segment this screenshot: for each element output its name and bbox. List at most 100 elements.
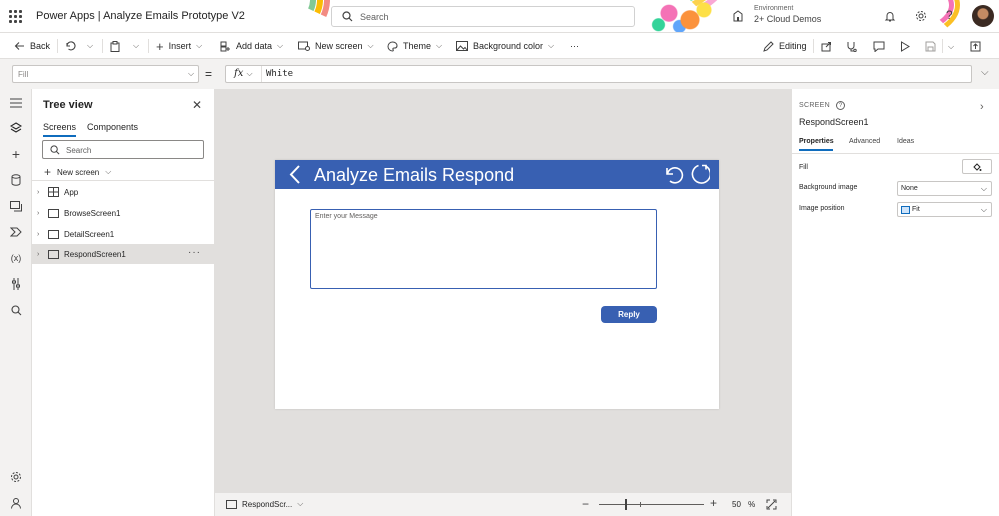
tree-item-browsescreen1[interactable]: › BrowseScreen1 [32,203,215,223]
user-avatar[interactable] [972,5,994,27]
banner-decoration [850,0,960,32]
formula-bar: Fill ⌵ = fx ⌵ White ⌵ [0,59,999,89]
global-search-input[interactable]: Search [331,6,635,27]
plus-icon: + [44,165,52,179]
more-options-icon[interactable]: ··· [188,247,201,258]
tree-search-input[interactable]: Search [42,140,204,159]
chevron-down-icon: ⌵ [367,41,374,50]
left-rail: + (x) [0,89,32,516]
notifications-icon[interactable] [884,10,896,22]
equals-sign: = [205,67,213,81]
paste-button[interactable] [110,33,120,59]
background-color-button[interactable]: Background color ⌵ [456,33,554,59]
zoom-value: 50 [732,500,741,509]
insert-plus-icon[interactable]: + [8,146,24,162]
comments-icon[interactable] [873,41,885,52]
properties-panel: SCREEN ? RespondScreen1 › Properties Adv… [791,89,999,516]
formula-input[interactable]: fx ⌵ White [225,65,972,83]
tab-screens[interactable]: Screens [43,122,76,132]
tree-item-respondscreen1[interactable]: › RespondScreen1 ··· [32,244,215,264]
back-chevron-icon[interactable] [289,165,301,184]
theme-button[interactable]: Theme ⌵ [387,33,442,59]
undo-dropdown[interactable]: ⌵ [87,33,93,59]
separator [102,39,103,53]
data-cylinder-icon[interactable] [8,172,24,188]
chevron-right-icon[interactable]: › [980,101,984,113]
app-screen-preview[interactable]: Analyze Emails Respond Enter your Messag… [275,160,719,409]
help-icon[interactable]: ? [946,8,953,22]
property-dropdown[interactable]: Fill ⌵ [12,65,199,83]
fit-to-window-icon[interactable] [766,499,777,510]
chevron-down-icon: ⌵ [188,69,195,78]
save-dropdown[interactable]: ⌵ [948,41,954,52]
refresh-icon[interactable] [687,163,710,186]
divider [32,180,215,181]
expand-formula-chevron-icon[interactable]: ⌵ [981,67,989,78]
new-screen-button[interactable]: New screen ⌵ [298,33,374,59]
tab-ideas[interactable]: Ideas [897,138,914,145]
zoom-out-button[interactable]: − [582,497,589,511]
settings-gear-icon[interactable] [8,469,24,485]
message-input[interactable]: Enter your Message [310,209,657,289]
zoom-slider-thumb[interactable] [625,499,627,510]
screen-icon [48,208,59,218]
paste-dropdown[interactable]: ⌵ [133,33,139,59]
tab-components[interactable]: Components [87,122,138,132]
paint-bucket-icon [973,162,982,171]
environment-name[interactable]: 2+ Cloud Demos [754,14,821,24]
advanced-tools-icon[interactable] [8,276,24,292]
new-screen-button[interactable]: + New screen ⌵ [44,165,111,179]
control-type-label: SCREEN ? [799,101,846,110]
chevron-right-icon: › [37,230,40,238]
fill-color-picker[interactable] [962,159,992,174]
preview-play-icon[interactable] [900,41,910,52]
tree-view-title: Tree view [43,99,93,111]
info-icon[interactable]: ? [836,101,846,110]
power-automate-icon[interactable] [8,224,24,240]
background-color-label: Background color [473,41,544,51]
share-icon[interactable] [821,41,832,52]
chevron-down-icon: ⌵ [105,167,112,176]
tree-item-detailscreen1[interactable]: › DetailScreen1 [32,224,215,244]
close-icon[interactable]: ✕ [192,98,202,112]
publish-icon[interactable] [970,41,981,52]
palette-icon [387,40,398,52]
add-data-button[interactable]: Add data ⌵ [220,33,283,59]
virtual-agent-icon[interactable] [8,495,24,511]
fx-function-button[interactable]: fx ⌵ [226,66,262,82]
tab-properties[interactable]: Properties [799,138,834,145]
tree-item-app[interactable]: › App [32,182,215,202]
app-checker-icon[interactable] [846,41,857,52]
database-icon [220,41,230,51]
tree-view-layers-icon[interactable] [8,120,24,136]
app-launcher-icon[interactable] [9,10,22,23]
tab-advanced[interactable]: Advanced [849,138,880,145]
more-commands-button[interactable]: ··· [570,33,579,59]
settings-gear-icon[interactable] [915,10,927,22]
zoom-in-button[interactable]: + [710,496,717,510]
undo-button[interactable] [65,33,76,59]
undo-arrow-icon[interactable] [663,164,684,185]
save-icon[interactable] [925,41,936,52]
environment-icon[interactable] [732,10,744,22]
screen-selector[interactable]: RespondScr... ⌵ [226,499,303,509]
background-image-dropdown[interactable]: None ⌵ [897,181,992,196]
media-icon[interactable] [8,198,24,214]
back-button[interactable]: Back [14,33,50,59]
image-icon [456,41,468,51]
app-title: Power Apps | Analyze Emails Prototype V2 [36,10,245,22]
editing-mode-button[interactable]: Editing [763,33,807,59]
chevron-right-icon: › [37,209,40,217]
formula-text[interactable]: White [266,69,293,79]
image-position-dropdown[interactable]: Fit ⌵ [897,202,992,217]
hamburger-menu-icon[interactable] [8,95,24,111]
zoom-slider-track[interactable] [599,504,704,505]
reply-button[interactable]: Reply [601,306,657,323]
back-label: Back [30,41,51,51]
chevron-down-icon: ⌵ [133,41,140,50]
back-arrow-icon [14,42,24,50]
insert-button[interactable]: + Insert ⌵ [156,33,202,59]
screen-header[interactable]: Analyze Emails Respond [275,160,719,189]
variables-icon[interactable]: (x) [8,250,24,266]
search-icon[interactable] [8,302,24,318]
